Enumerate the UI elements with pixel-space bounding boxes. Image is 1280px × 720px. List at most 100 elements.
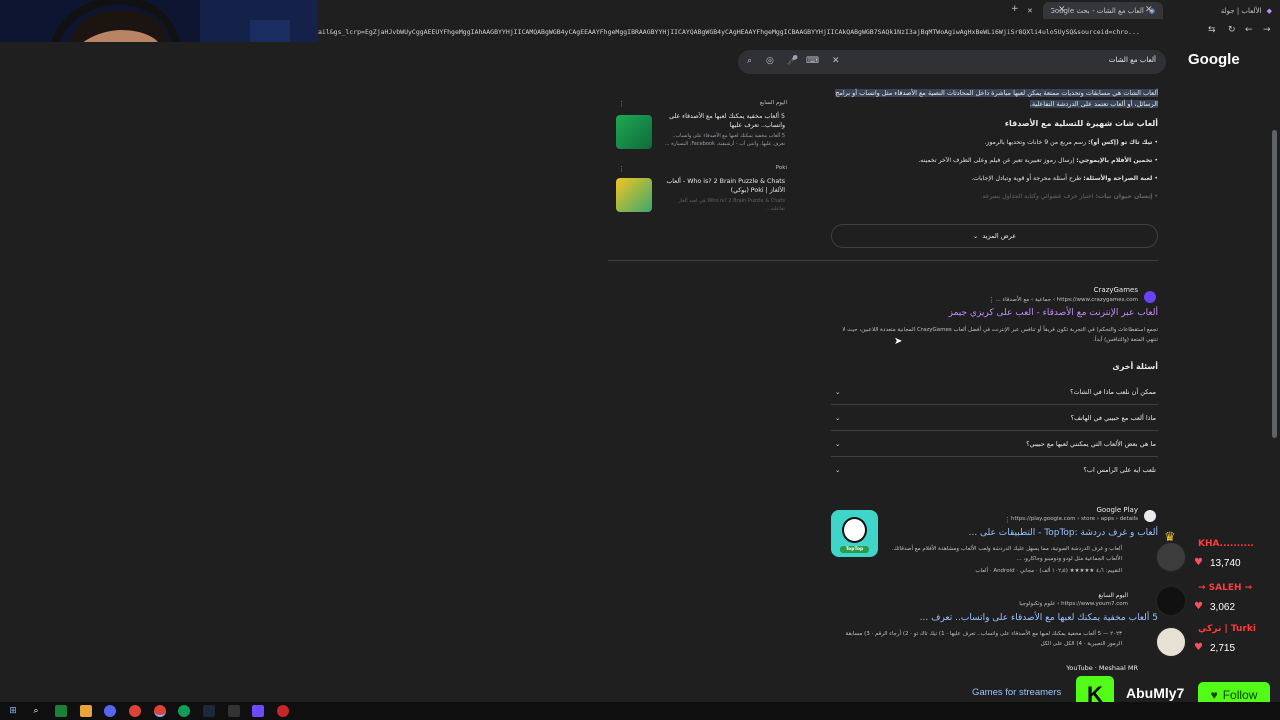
chrome-icon[interactable] (129, 705, 141, 717)
follow-label: Follow (1222, 688, 1258, 702)
heart-icon: ♥ (1194, 557, 1203, 568)
chrome-icon-active[interactable] (154, 705, 166, 717)
result-site: Google Play (1096, 506, 1138, 514)
result-cite: https://www.crazygames.com › جماعية › مع… (995, 297, 1138, 303)
bullet-text: اختيار حرف عشوائي وكتابة الجداول بسرعة. (980, 193, 1094, 200)
toptop-app-icon[interactable]: TopTop (831, 510, 878, 557)
search-icon[interactable]: ⌕ (747, 56, 752, 66)
search-box[interactable]: ألعاب مع الشات ✕ ⌨ 🎤 ◎ ⌕ (738, 50, 1166, 74)
overview-intro: ألعاب الشات هي مسابقات وتحديات ممتعة يمك… (830, 88, 1158, 110)
result-cite: https://play.google.com › store › apps ›… (1011, 516, 1138, 522)
file-explorer-icon[interactable] (80, 705, 92, 717)
source-card[interactable]: اليوم السابع 5 ألعاب مخفية يمكنك لعبها م… (608, 90, 793, 165)
lens-icon[interactable]: ◎ (766, 56, 774, 66)
search-input[interactable]: ألعاب مع الشات (1109, 56, 1156, 64)
result-site: CrazyGames (1093, 286, 1138, 294)
back-icon[interactable]: ← (1245, 25, 1253, 35)
google-play-favicon-icon (1144, 510, 1156, 522)
heart-icon: ♥ (1194, 642, 1203, 653)
nvidia-icon[interactable] (55, 705, 67, 717)
result-desc: ألعاب و غرف الدردشة الصوتية، مما يسهل عل… (891, 546, 1122, 562)
more-options-icon[interactable]: ⋮ (618, 165, 625, 173)
result-title-link[interactable]: Games for streamers (972, 687, 1061, 698)
bullet-term: تخمين الأفلام بالإيموجي: (1076, 157, 1153, 164)
chevron-down-icon: ⌄ (835, 466, 841, 474)
bullet-text: طرح أسئلة محرجة أو قوية وتبادل الإجابات. (971, 175, 1082, 182)
steam-icon[interactable] (203, 705, 215, 717)
source-card[interactable]: Poki Who is? 2 Brain Puzzle & Chats - أل… (608, 165, 793, 240)
ai-overview: ألعاب الشات هي مسابقات وتحديات ممتعة يمك… (830, 88, 1158, 206)
card-source: اليوم السابع (759, 100, 787, 106)
overview-bullet: • لعبة الصراحة والأسئلة: طرح أسئلة محرجة… (971, 175, 1158, 182)
card-desc: Who is? 2 Brain Puzzle & Chats هي لعبة أ… (678, 198, 785, 212)
people-also-ask-heading: أسئلة أخرى (1112, 362, 1158, 371)
app-name: TopTop (840, 546, 869, 553)
paa-question[interactable]: ⌄ ما هي بعض الألعاب التي يمكنني لعبها مع… (831, 431, 1158, 457)
chevron-down-icon: ⌄ (835, 413, 841, 422)
epic-games-icon[interactable] (228, 705, 240, 717)
windows-taskbar: ⊞ ⌕ (0, 702, 1280, 720)
show-more-button[interactable]: ⌄ عرض المزيد (831, 224, 1158, 248)
tab-games[interactable]: ◆ الألعاب | جولة (1211, 2, 1280, 19)
result-title-link[interactable]: 5 ألعاب مخفية يمكنك لعبها مع الأصدقاء عل… (920, 613, 1158, 623)
result-site: اليوم السابع (1098, 592, 1128, 599)
result-title-link[interactable]: ألعاب و غرف دردشة :TopTop - التطبيقات عل… (969, 528, 1158, 538)
bullet-term: تيك تاك تو (إكس أو): (1088, 139, 1153, 146)
tab-close-icon-2[interactable]: ✕ (1058, 5, 1066, 15)
chatter-count: 3,062 (1210, 602, 1236, 613)
result-desc: تجمع استقطاعات والتحكم) في التجربة تكون … (842, 327, 1158, 343)
microphone-icon[interactable]: 🎤 (787, 56, 798, 66)
chatter-name: KHA.......... (1198, 539, 1254, 549)
discord-icon[interactable] (104, 705, 116, 717)
paa-question-text: ماذا ألعب مع حبيبي في الهاتف؟ (1070, 413, 1156, 422)
poki-thumbnail (616, 178, 652, 212)
address-bar[interactable]: ail&gs_lcrp=EgZjaHJvbWUyCggAEEUYFhgeMggI… (318, 22, 1280, 42)
crown-icon: ♛ (1164, 530, 1176, 545)
more-options-icon[interactable]: ⋮ (988, 296, 995, 304)
result-site: YouTube · Meshaal MR (1066, 664, 1138, 672)
app-icon[interactable] (252, 705, 264, 717)
card-title: 5 ألعاب مخفية يمكنك لعبها مع الأصدقاء عل… (669, 113, 785, 129)
avatar (1155, 541, 1187, 573)
avatar (1155, 626, 1187, 658)
card-title: Who is? 2 Brain Puzzle & Chats - ألعاب ا… (666, 178, 785, 194)
paa-question[interactable]: ⌄ ممكن أن نلعب ماذا في الشات؟ (831, 379, 1158, 405)
overview-heading: ألعاب شات شهيرة للتسلية مع الأصدقاء (1004, 119, 1158, 128)
heart-icon: ♥ (1194, 601, 1203, 612)
bullet-text: إرسال رموز تعبيرية تعبر عن فيلم وعلى الط… (918, 157, 1075, 164)
new-tab-icon[interactable]: + (1011, 4, 1019, 14)
result-title-link[interactable]: ألعاب عبر الإنترنت مع الأصدقاء - العب عل… (949, 308, 1158, 318)
tune-icon[interactable]: ⇆ (1208, 25, 1216, 35)
tab-close-icon[interactable]: ✕ (1145, 5, 1153, 15)
page-scrollbar[interactable] (1272, 130, 1277, 438)
search-icon[interactable]: ⌕ (30, 705, 42, 717)
keyboard-icon[interactable]: ⌨ (806, 56, 819, 66)
obs-icon[interactable] (277, 705, 289, 717)
windows-start-icon[interactable]: ⊞ (7, 705, 19, 717)
paa-question-text: ما هي بعض الألعاب التي يمكنني لعبها مع ح… (1026, 439, 1156, 448)
bullet-term: لعبة الصراحة والأسئلة: (1083, 175, 1153, 182)
tab-title: الألعاب | جولة (1220, 6, 1262, 15)
paa-question[interactable]: ⌄ تلعب ايه على الرامس اب؟ (831, 457, 1158, 483)
chevron-down-icon: ⌄ (972, 232, 979, 240)
section-divider (608, 260, 1158, 261)
more-options-icon[interactable]: ⋮ (618, 100, 625, 108)
google-logo[interactable]: Google (1188, 51, 1240, 68)
mouse-cursor-icon: ➤ (894, 336, 903, 347)
overview-bullet: • تخمين الأفلام بالإيموجي: إرسال رموز تع… (918, 157, 1158, 164)
paa-question[interactable]: ⌄ ماذا ألعب مع حبيبي في الهاتف؟ (831, 405, 1158, 431)
clear-icon[interactable]: ✕ (832, 56, 840, 66)
chatter-count: 2,715 (1210, 643, 1236, 654)
leaderboard-row: تركي | Turki ♥ 2,715 (1150, 622, 1280, 662)
leaderboard-row: ♛ KHA.......... ♥ 13,740 (1150, 530, 1280, 577)
crazygames-favicon-icon (1144, 291, 1156, 303)
tab-close-icon[interactable]: ✕ (1027, 7, 1033, 15)
chrome-profile-icon[interactable] (178, 705, 190, 717)
chatter-count: 13,740 (1210, 558, 1241, 569)
url-text[interactable]: ail&gs_lcrp=EgZjaHJvbWUyCggAEEUYFhgeMggI… (318, 25, 1206, 39)
highlighted-text: ألعاب الشات هي مسابقات وتحديات ممتعة يمك… (835, 89, 1158, 108)
more-options-icon[interactable]: ⋮ (1004, 516, 1011, 524)
reload-icon[interactable]: ↻ (1228, 25, 1236, 35)
forward-icon[interactable]: → (1263, 25, 1271, 35)
streamer-name: AbuMly7 (1126, 685, 1185, 701)
